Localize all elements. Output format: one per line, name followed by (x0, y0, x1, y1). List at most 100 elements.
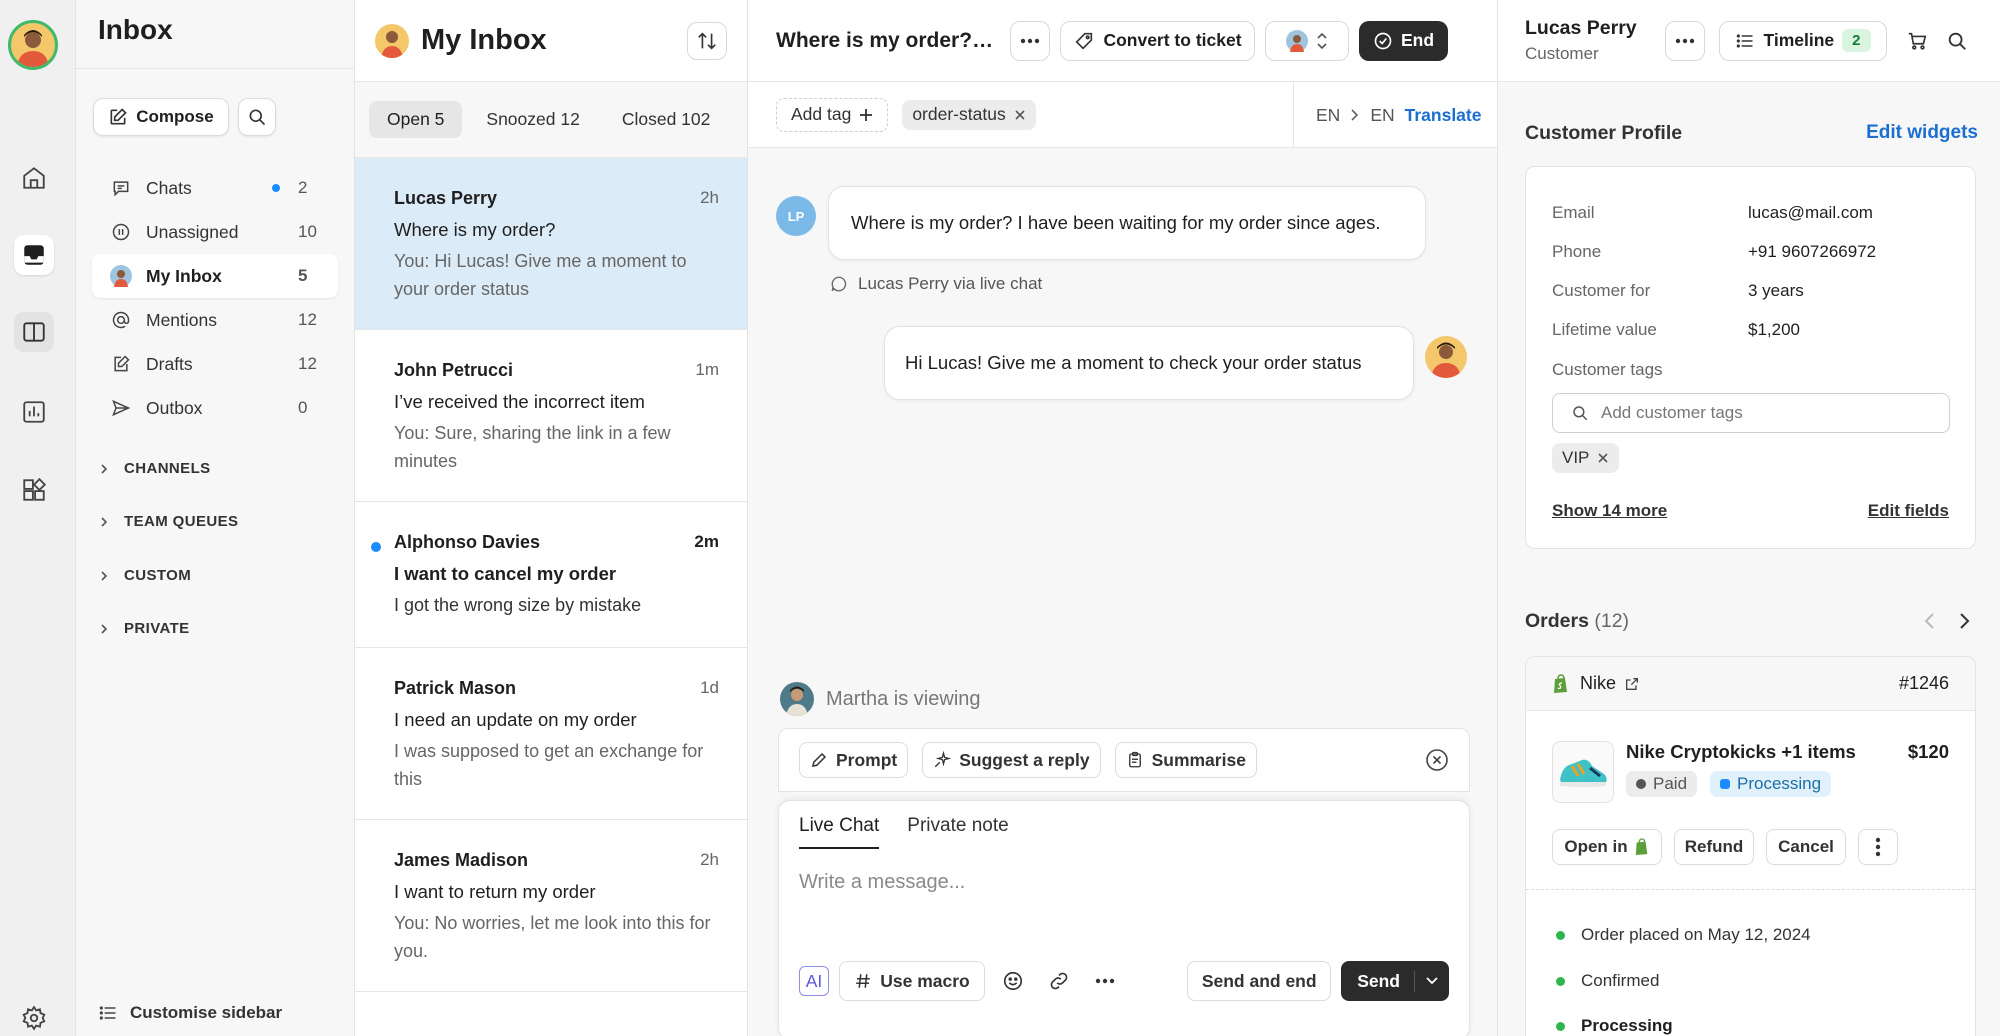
chart-icon[interactable] (14, 392, 54, 432)
close-icon[interactable] (1597, 452, 1609, 464)
sidebar-item-mentions[interactable]: Mentions 12 (92, 298, 338, 342)
close-icon[interactable] (1014, 109, 1026, 121)
tag-chip: order-status (902, 99, 1036, 130)
end-chat-button[interactable]: End (1359, 20, 1449, 61)
customer-tags-input[interactable]: Add customer tags (1552, 393, 1950, 433)
cart-icon[interactable] (1899, 20, 1935, 61)
source-language[interactable]: EN (1316, 105, 1340, 126)
apps-icon[interactable] (14, 470, 54, 510)
close-circle-icon[interactable] (1425, 748, 1449, 772)
group-label: CUSTOM (124, 567, 192, 584)
group-channels[interactable]: CHANNELS (98, 460, 211, 477)
timeline-event: Order placed on May 12, 2024 (1556, 925, 1811, 945)
list-item[interactable]: Patrick Mason 1d I need an update on my o… (355, 648, 747, 820)
product-name[interactable]: Nike Cryptokicks +1 items (1626, 741, 1856, 763)
sidebar-search-button[interactable] (238, 98, 276, 136)
more-vertical-icon[interactable] (1858, 829, 1898, 865)
sidebar-item-label: Outbox (146, 397, 203, 418)
chevron-left-icon[interactable] (1922, 610, 1938, 632)
list-item[interactable]: James Madison 2h I want to return my orde… (355, 820, 747, 992)
orders-count: (12) (1594, 610, 1630, 632)
sidebar-item-chats[interactable]: Chats 2 (92, 166, 338, 210)
timeline-button[interactable]: Timeline 2 (1719, 20, 1887, 61)
avatar (110, 265, 132, 287)
group-team-queues[interactable]: TEAM QUEUES (98, 513, 238, 530)
compose-button[interactable]: Compose (93, 98, 229, 136)
via-label: Lucas Perry via live chat (858, 274, 1043, 293)
convert-to-ticket-button[interactable]: Convert to ticket (1060, 20, 1255, 61)
customise-sidebar-button[interactable]: Customise sidebar (98, 990, 355, 1036)
more-icon[interactable] (1087, 961, 1123, 1001)
link-icon[interactable] (1041, 961, 1077, 1001)
sidebar-item-drafts[interactable]: Drafts 12 (92, 342, 338, 386)
customer-identity: Lucas Perry Customer (1525, 17, 1665, 64)
search-icon[interactable] (1939, 20, 1975, 61)
conversation-time: 2h (700, 188, 719, 207)
summarise-button[interactable]: Summarise (1114, 742, 1257, 778)
conversation-time: 1d (700, 678, 719, 697)
sort-icon (696, 30, 718, 52)
sort-button[interactable] (687, 21, 727, 60)
sidebar-item-count: 12 (298, 354, 317, 373)
message-input[interactable]: Write a message... (799, 871, 965, 894)
tab-open[interactable]: Open 5 (369, 101, 463, 138)
send-and-end-button[interactable]: Send and end (1187, 961, 1332, 1001)
open-in-store-button[interactable]: Open in (1552, 829, 1662, 865)
user-avatar[interactable] (8, 20, 58, 70)
edit-fields-link[interactable]: Edit fields (1868, 501, 1949, 521)
processing-badge: Processing (1710, 771, 1832, 797)
order-card: Nike #1246 Nike Cryptokicks +1 items $12… (1525, 656, 1976, 1036)
suggest-reply-button[interactable]: Suggest a reply (922, 742, 1101, 778)
sidebar-item-outbox[interactable]: Outbox 0 (92, 386, 338, 430)
status-dot (1636, 779, 1646, 789)
edit-widgets-link[interactable]: Edit widgets (1866, 122, 1978, 144)
settings-icon[interactable] (14, 998, 54, 1036)
more-options-button[interactable] (1010, 20, 1050, 61)
convert-label: Convert to ticket (1103, 30, 1242, 50)
field-key: Lifetime value (1552, 320, 1657, 339)
chevron-right-icon[interactable] (1956, 610, 1972, 632)
tab-closed[interactable]: Closed 102 (604, 101, 729, 138)
group-private[interactable]: PRIVATE (98, 620, 190, 637)
refund-button[interactable]: Refund (1674, 829, 1754, 865)
panels-icon[interactable] (14, 312, 54, 352)
translate-link[interactable]: Translate (1405, 105, 1482, 126)
tab-private-note[interactable]: Private note (907, 815, 1008, 849)
cancel-order-button[interactable]: Cancel (1766, 829, 1846, 865)
assignee-selector[interactable] (1265, 20, 1349, 61)
tab-live-chat[interactable]: Live Chat (799, 815, 880, 849)
inbox-icon[interactable] (14, 235, 54, 275)
home-icon[interactable] (14, 158, 54, 198)
sidebar-item-count: 0 (298, 398, 308, 417)
field-value[interactable]: +91 9607266972 (1748, 242, 1876, 262)
sidebar-item-my-inbox[interactable]: My Inbox 5 (92, 254, 338, 298)
paid-label: Paid (1653, 774, 1688, 793)
group-custom[interactable]: CUSTOM (98, 567, 191, 584)
ai-button[interactable]: AI (799, 966, 829, 996)
sidebar-item-count: 2 (298, 178, 308, 197)
list-item[interactable]: Lucas Perry 2h Where is my order? You: Hi… (355, 158, 747, 330)
emoji-icon[interactable] (995, 961, 1031, 1001)
chevron-down-icon[interactable] (1415, 976, 1449, 986)
add-tag-button[interactable]: Add tag (776, 97, 889, 132)
external-link-icon[interactable] (1624, 676, 1899, 692)
plus-icon (859, 108, 873, 122)
field-value[interactable]: lucas@mail.com (1748, 203, 1873, 223)
list-title: My Inbox (421, 24, 547, 56)
field-key: Email (1552, 203, 1595, 222)
sidebar-item-unassigned[interactable]: Unassigned 10 (92, 210, 338, 254)
timeline-event: Confirmed (1556, 971, 1659, 991)
field-value: $1,200 (1748, 320, 1800, 339)
send-button[interactable]: Send (1341, 970, 1415, 992)
tab-snoozed[interactable]: Snoozed 12 (468, 101, 597, 138)
store-name[interactable]: Nike (1580, 673, 1616, 694)
list-item[interactable]: Alphonso Davies 2m I want to cancel my or… (355, 502, 747, 648)
show-more-link[interactable]: Show 14 more (1552, 501, 1667, 521)
use-macro-button[interactable]: Use macro (839, 961, 985, 1001)
more-options-button[interactable] (1665, 20, 1705, 61)
conversation-preview: I got the wrong size by mistake (394, 595, 642, 615)
prompt-button[interactable]: Prompt (799, 742, 909, 778)
list-item[interactable]: John Petrucci 1m I’ve received the incorr… (355, 330, 747, 502)
agent-message: Hi Lucas! Give me a moment to check your… (884, 326, 1414, 400)
target-language[interactable]: EN (1370, 105, 1394, 126)
